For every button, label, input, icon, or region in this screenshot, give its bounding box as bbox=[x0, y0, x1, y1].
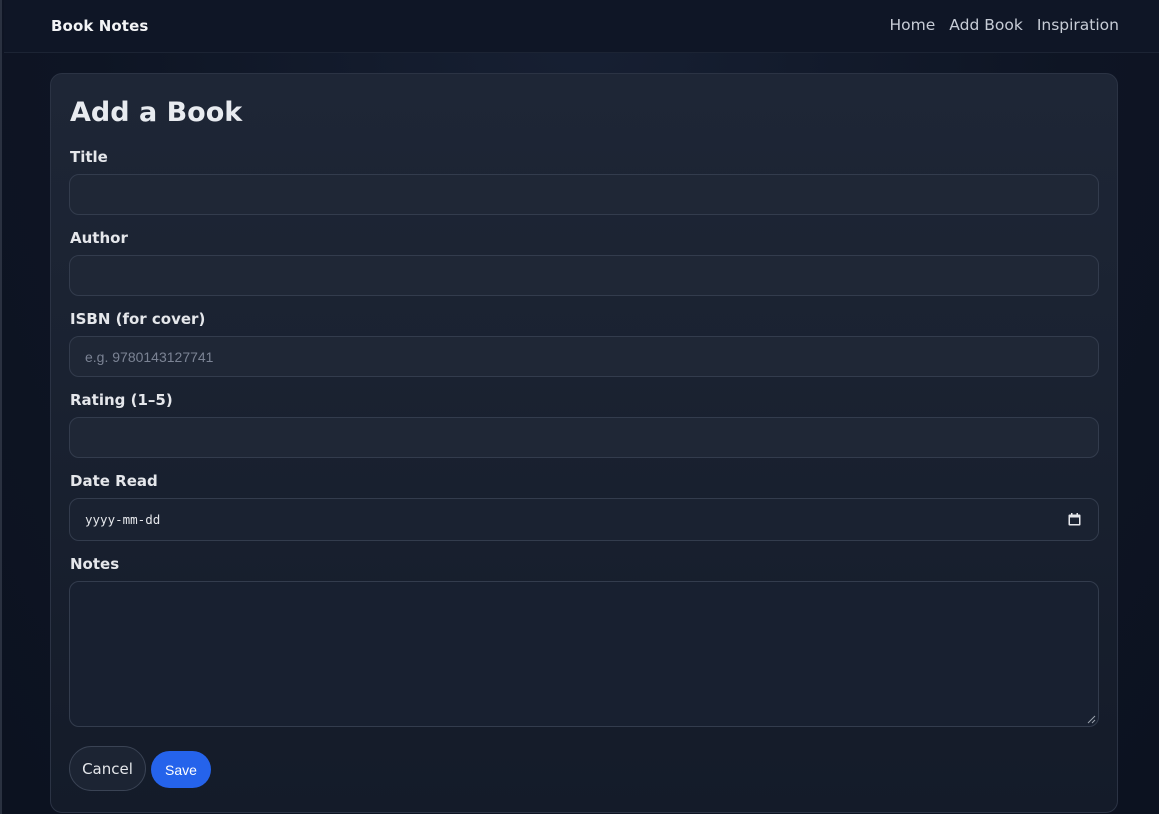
notes-textarea[interactable] bbox=[69, 581, 1099, 727]
isbn-label: ISBN (for cover) bbox=[70, 310, 206, 328]
brand-logo[interactable]: Book Notes bbox=[51, 17, 148, 35]
calendar-icon[interactable] bbox=[1068, 513, 1081, 526]
author-label: Author bbox=[70, 229, 128, 247]
nav-link-add-book[interactable]: Add Book bbox=[949, 16, 1023, 34]
nav-link-home[interactable]: Home bbox=[890, 16, 936, 34]
cancel-button[interactable]: Cancel bbox=[69, 746, 146, 791]
title-label: Title bbox=[70, 148, 108, 166]
add-book-form: Add a Book Title Author ISBN (for cover)… bbox=[50, 73, 1118, 813]
date-read-label: Date Read bbox=[70, 472, 158, 490]
rating-input[interactable] bbox=[69, 417, 1099, 458]
navbar: Book Notes Home Add Book Inspiration bbox=[4, 0, 1159, 53]
notes-label: Notes bbox=[70, 555, 120, 573]
date-read-input[interactable]: yyyy-mm-dd bbox=[69, 498, 1099, 541]
nav-links: Home Add Book Inspiration bbox=[890, 16, 1119, 34]
title-input[interactable] bbox=[69, 174, 1099, 215]
app-frame: Book Notes Home Add Book Inspiration Add… bbox=[0, 0, 1159, 814]
page-title: Add a Book bbox=[70, 97, 243, 128]
resize-handle-icon[interactable] bbox=[1087, 715, 1096, 724]
isbn-input[interactable] bbox=[69, 336, 1099, 377]
date-read-value: yyyy-mm-dd bbox=[85, 512, 161, 527]
save-button[interactable]: Save bbox=[151, 751, 211, 788]
rating-label: Rating (1–5) bbox=[70, 391, 173, 409]
nav-link-inspiration[interactable]: Inspiration bbox=[1037, 16, 1119, 34]
author-input[interactable] bbox=[69, 255, 1099, 296]
